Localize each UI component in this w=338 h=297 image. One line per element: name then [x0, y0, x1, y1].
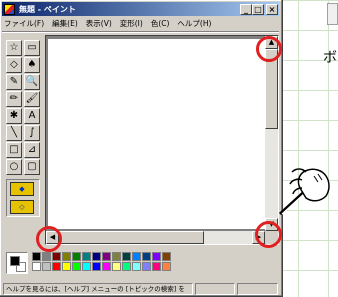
color-swatch[interactable] — [132, 262, 141, 271]
color-swatch[interactable] — [152, 252, 161, 261]
airbrush-icon[interactable]: ✱ — [6, 108, 22, 124]
menu-file[interactable]: ファイル(F) — [4, 18, 44, 29]
pencil-icon[interactable]: ✏ — [6, 91, 22, 107]
status-pane-size — [237, 283, 278, 295]
close-button[interactable]: × — [266, 3, 278, 15]
color-swatch[interactable] — [142, 252, 151, 261]
status-pane-position — [195, 283, 235, 295]
color-swatch[interactable] — [132, 252, 141, 261]
minimize-button[interactable]: _ — [240, 3, 252, 15]
status-text: ヘルプを見るには、[ヘルプ] メニューの [トピックの検索] を — [3, 283, 193, 295]
magnifier-icon[interactable]: 🔍 — [24, 74, 40, 90]
highlight-circle-left — [36, 226, 62, 252]
color-swatch[interactable] — [62, 252, 71, 261]
color-swatches — [32, 252, 171, 278]
rounded-rect-icon[interactable]: ▢ — [24, 159, 40, 175]
window-controls: _ □ × — [240, 3, 278, 15]
color-swatch[interactable] — [122, 252, 131, 261]
color-swatch[interactable] — [92, 252, 101, 261]
color-swatch[interactable] — [72, 262, 81, 271]
color-swatch[interactable] — [52, 252, 61, 261]
color-swatch[interactable] — [52, 262, 61, 271]
menu-colors[interactable]: 色(C) — [151, 18, 170, 29]
ellipse-icon[interactable]: ○ — [6, 159, 22, 175]
canvas-area: ▲ ▼ ◀ ▶ — [45, 35, 279, 245]
color-swatch[interactable] — [42, 252, 51, 261]
color-swatch[interactable] — [32, 262, 41, 271]
eraser-icon[interactable]: ◇ — [6, 57, 22, 73]
toolbox: ☆ ▭ ◇ ♠ ✎ 🔍 ✏ 🖌 ✱ A ╲ ∫ □ ⊿ ○ ▢ ◆ ◇ — [6, 40, 43, 220]
color-swatch[interactable] — [82, 262, 91, 271]
window-title: 無題 - ペイント — [19, 4, 76, 14]
opaque-option-icon[interactable]: ◆ — [10, 182, 34, 196]
horizontal-scrollbar[interactable]: ◀ ▶ — [46, 231, 265, 244]
menu-image[interactable]: 変形(I) — [120, 18, 143, 29]
current-colors — [6, 252, 28, 274]
menu-separator — [2, 31, 279, 33]
color-swatch[interactable] — [102, 252, 111, 261]
background-window-edge — [327, 3, 338, 25]
color-swatch[interactable] — [162, 252, 171, 261]
maximize-button[interactable]: □ — [252, 3, 264, 15]
menu-view[interactable]: 表示(V) — [86, 18, 112, 29]
rectangle-icon[interactable]: □ — [6, 142, 22, 158]
rect-select-icon[interactable]: ▭ — [24, 40, 40, 56]
menu-edit[interactable]: 編集(E) — [52, 18, 78, 29]
drawing-canvas[interactable] — [48, 39, 265, 229]
color-swatch[interactable] — [162, 262, 171, 271]
highlight-circle-up — [256, 36, 282, 62]
tool-options: ◆ ◇ — [6, 179, 40, 217]
tool-grid: ☆ ▭ ◇ ♠ ✎ 🔍 ✏ 🖌 ✱ A ╲ ∫ □ ⊿ ○ ▢ — [6, 40, 43, 175]
menu-help[interactable]: ヘルプ(H) — [177, 18, 211, 29]
background-window-text: ボ — [323, 50, 337, 66]
color-swatch[interactable] — [42, 262, 51, 271]
line-icon[interactable]: ╲ — [6, 125, 22, 141]
color-swatch[interactable] — [112, 252, 121, 261]
foreground-color-swatch — [10, 256, 20, 266]
paint-window: 無題 - ペイント _ □ × ファイル(F) 編集(E) 表示(V) 変形(I… — [0, 0, 283, 297]
color-swatch[interactable] — [62, 262, 71, 271]
color-swatch[interactable] — [32, 252, 41, 261]
status-bar: ヘルプを見るには、[ヘルプ] メニューの [トピックの検索] を — [3, 283, 278, 295]
color-swatch[interactable] — [142, 262, 151, 271]
color-swatch[interactable] — [92, 262, 101, 271]
color-palette — [6, 252, 171, 278]
pointing-hand-icon — [278, 168, 330, 216]
brush-icon[interactable]: 🖌 — [24, 91, 40, 107]
curve-icon[interactable]: ∫ — [24, 125, 40, 141]
free-select-icon[interactable]: ☆ — [6, 40, 22, 56]
horizontal-scroll-thumb[interactable] — [59, 231, 204, 244]
transparent-option-icon[interactable]: ◇ — [10, 200, 34, 214]
color-swatch[interactable] — [122, 262, 131, 271]
fill-icon[interactable]: ♠ — [24, 57, 40, 73]
polygon-icon[interactable]: ⊿ — [24, 142, 40, 158]
color-swatch[interactable] — [72, 252, 81, 261]
text-icon[interactable]: A — [24, 108, 40, 124]
color-swatch[interactable] — [82, 252, 91, 261]
title-bar[interactable]: 無題 - ペイント _ □ × — [2, 2, 279, 16]
eyedropper-icon[interactable]: ✎ — [6, 74, 22, 90]
color-swatch[interactable] — [152, 262, 161, 271]
menu-bar: ファイル(F) 編集(E) 表示(V) 変形(I) 色(C) ヘルプ(H) — [4, 17, 278, 30]
color-swatch[interactable] — [112, 262, 121, 271]
color-swatch[interactable] — [102, 262, 111, 271]
paint-app-icon — [4, 3, 15, 15]
